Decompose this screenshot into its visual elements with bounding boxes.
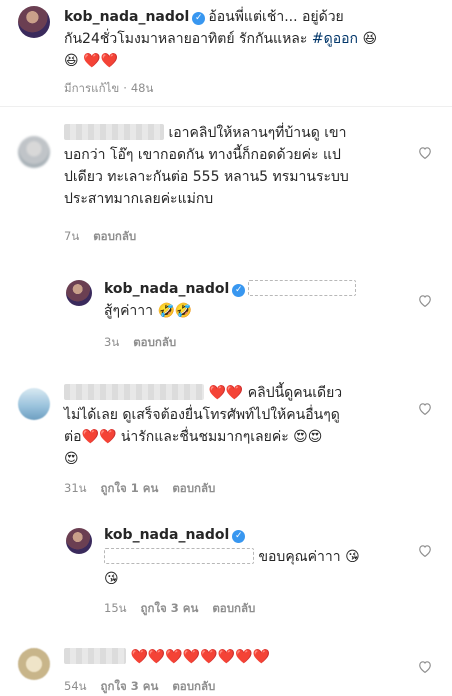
rofl-emoji: 🤣🤣 xyxy=(157,303,193,319)
commenter-avatar[interactable] xyxy=(18,388,50,420)
heart-emoji-2: ❤️ xyxy=(147,649,166,665)
reply-meta: 15น ถูกใจ 3 คน ตอบกลับ xyxy=(104,600,269,618)
comment-time: 54น xyxy=(64,679,87,693)
reply-author-avatar[interactable] xyxy=(66,280,92,306)
kiss-emoji-2: 😘 xyxy=(104,571,119,587)
comment-time: 7น xyxy=(64,229,80,243)
comment-line2: ไม่ได้เลย ดูเสร็จต้องยื่นโทรศัพท์ไปให้คน… xyxy=(64,407,340,423)
masked-mention[interactable] xyxy=(248,280,357,296)
divider xyxy=(0,106,452,107)
comment-line1: คลิปนี้ดูคนเดียว xyxy=(247,385,343,401)
comment-time: 31น xyxy=(64,481,87,495)
comment-line1: เอาคลิปให้หลานๆที่บ้านดู เขา xyxy=(168,125,347,141)
masked-username[interactable] xyxy=(64,384,204,400)
reply-body: ขอบคุณค่าาา xyxy=(258,549,341,565)
comment-line3a: ต่อ xyxy=(64,429,82,445)
heart-emoji-2: ❤️ xyxy=(100,53,118,69)
commenter-avatar[interactable] xyxy=(18,648,50,680)
comment-meta: 31น ถูกใจ 1 คน ตอบกลับ xyxy=(64,480,229,498)
reply-time: 15น xyxy=(104,601,127,615)
caption-line2: กัน24ชั่วโมงมาหลายอาทิตย์ รักกันแหละ xyxy=(64,31,308,47)
post-caption: kob_nada_nadol ✓ อ้อนพี่แต่เช้า... อยู่ด้ว… xyxy=(64,6,444,72)
heart-eyes-emoji-3: 😍 xyxy=(64,451,79,467)
reply-author-avatar[interactable] xyxy=(66,528,92,554)
grin-emoji-2: 😆 xyxy=(64,53,79,69)
heart-emoji-8: ❤️ xyxy=(252,649,270,665)
reply-button[interactable]: ตอบกลับ xyxy=(133,335,176,349)
post-time: 48น xyxy=(130,81,154,95)
reply-button[interactable]: ตอบกลับ xyxy=(212,601,255,615)
comment-line2: บอกว่า โอ๊ๆ เขากอดกัน ทางนี้ก็กอดด้วยค่ะ… xyxy=(64,147,341,163)
heart-emoji: ❤️ xyxy=(130,649,148,665)
post-meta: มีการแก้ไข · 48น xyxy=(64,80,167,98)
heart-eyes-emoji-2: 😍 xyxy=(307,429,323,445)
grin-emoji: 😆 xyxy=(362,31,378,47)
comment-text: เอาคลิปให้หลานๆที่บ้านดู เขา บอกว่า โอ๊ๆ… xyxy=(64,122,404,210)
likes-count[interactable]: ถูกใจ 3 คน xyxy=(141,601,199,615)
reply-body: สู้ๆค่าาา xyxy=(104,303,154,319)
heart-emoji-7: ❤️ xyxy=(235,649,253,665)
likes-count[interactable]: ถูกใจ 3 คน xyxy=(101,679,159,693)
likes-count[interactable]: ถูกใจ 1 คน xyxy=(101,481,159,495)
masked-username[interactable] xyxy=(64,648,126,664)
caption-line1: อ้อนพี่แต่เช้า... อยู่ด้วย xyxy=(208,9,344,25)
reply-text: kob_nada_nadol ✓ สู้ๆค่าาา 🤣🤣 xyxy=(104,278,404,322)
heart-emoji-3: ❤️ xyxy=(81,429,99,445)
masked-mention[interactable] xyxy=(104,548,254,564)
reply-author-username[interactable]: kob_nada_nadol xyxy=(104,281,229,297)
heart-outline-icon[interactable] xyxy=(418,544,432,557)
comment-line3: ปเดียว ทะเลาะกันต่อ 555 หลาน5 ทรมานระบบ xyxy=(64,169,349,185)
post-author-username[interactable]: kob_nada_nadol xyxy=(64,9,189,25)
reply-author-username[interactable]: kob_nada_nadol xyxy=(104,527,229,543)
comment-meta: 54น ถูกใจ 3 คน ตอบกลับ xyxy=(64,678,229,696)
kiss-emoji: 😘 xyxy=(345,549,360,565)
heart-emoji-2: ❤️ xyxy=(225,385,244,401)
comment-line4: ประสาทมากเลยค่ะแม่กบ xyxy=(64,191,214,207)
heart-emoji-3: ❤️ xyxy=(165,649,183,665)
edited-label: มีการแก้ไข xyxy=(64,81,120,95)
heart-emoji: ❤️ xyxy=(83,53,101,69)
hashtag-link[interactable]: #ดูออก xyxy=(312,31,358,47)
verified-badge-icon: ✓ xyxy=(192,12,206,25)
reply-button[interactable]: ตอบกลับ xyxy=(172,481,215,495)
comment-meta: 7น ตอบกลับ xyxy=(64,228,150,246)
heart-outline-icon[interactable] xyxy=(418,294,432,307)
meta-dot: · xyxy=(123,81,127,95)
comment-text: ❤️❤️ คลิปนี้ดูคนเดียว ไม่ได้เลย ดูเสร็จต… xyxy=(64,382,404,470)
heart-emoji-6: ❤️ xyxy=(217,649,236,665)
masked-username[interactable] xyxy=(64,124,164,140)
heart-emoji-4: ❤️ xyxy=(182,649,201,665)
reply-meta: 3น ตอบกลับ xyxy=(104,334,190,352)
heart-emoji-5: ❤️ xyxy=(200,649,218,665)
heart-emoji-4: ❤️ xyxy=(98,429,117,445)
heart-emoji: ❤️ xyxy=(208,385,226,401)
post-author-avatar[interactable] xyxy=(18,6,50,38)
commenter-avatar[interactable] xyxy=(18,136,50,168)
heart-outline-icon[interactable] xyxy=(418,402,432,415)
heart-eyes-emoji: 😍 xyxy=(293,429,308,445)
reply-button[interactable]: ตอบกลับ xyxy=(93,229,136,243)
comment-line3b: น่ารักและชื่นชมมากๆเลยค่ะ xyxy=(120,429,289,445)
heart-outline-icon[interactable] xyxy=(418,146,432,159)
verified-badge-icon: ✓ xyxy=(232,530,246,543)
heart-outline-icon[interactable] xyxy=(418,660,432,673)
reply-time: 3น xyxy=(104,335,120,349)
reply-button[interactable]: ตอบกลับ xyxy=(172,679,215,693)
reply-text: kob_nada_nadol ✓ ขอบคุณค่าาา 😘 😘 xyxy=(104,524,404,590)
verified-badge-icon: ✓ xyxy=(232,284,246,297)
comment-text: ❤️❤️❤️❤️❤️❤️❤️❤️ xyxy=(64,646,404,668)
